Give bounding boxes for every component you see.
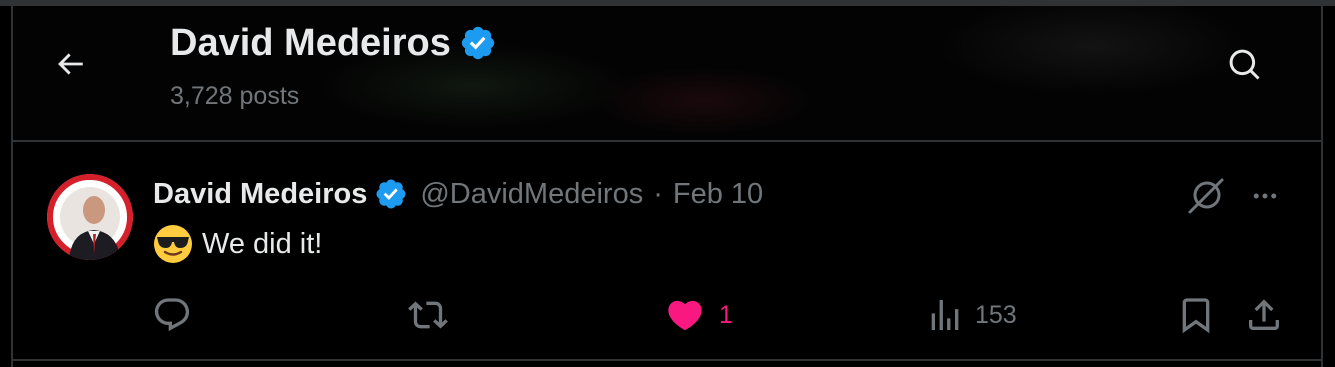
tweet-text-content: We did it! [202, 227, 323, 260]
heart-filled-icon [665, 295, 705, 335]
bookmark-button[interactable] [1176, 292, 1216, 338]
views-chart-icon [925, 295, 965, 335]
search-button[interactable] [1218, 38, 1272, 92]
post-count: 3,728 posts [170, 82, 300, 110]
back-button[interactable] [44, 38, 96, 90]
like-button[interactable]: 1 [665, 292, 733, 338]
reply-button[interactable] [152, 292, 202, 338]
views-count: 153 [975, 300, 1017, 329]
grok-button[interactable] [1182, 174, 1230, 218]
verified-badge-icon[interactable] [374, 177, 408, 211]
author-handle[interactable]: @DavidMedeiros [420, 178, 643, 211]
views-button[interactable]: 153 [925, 292, 1017, 338]
bookmark-icon [1176, 295, 1216, 335]
retweet-icon [408, 295, 448, 335]
avatar[interactable] [47, 174, 133, 260]
more-options-button[interactable] [1242, 174, 1288, 218]
verified-badge-icon[interactable] [459, 24, 497, 62]
search-icon [1227, 47, 1263, 83]
tweet-header: David Medeiros @DavidMedeiros · Feb 10 [153, 176, 763, 212]
separator-dot: · [653, 177, 663, 210]
profile-name-text: David Medeiros [170, 22, 451, 64]
tweet-text: We did it! [153, 222, 322, 266]
profile-title: David Medeiros [170, 20, 497, 66]
share-icon [1244, 295, 1284, 335]
tweet-date[interactable]: Feb 10 [673, 178, 763, 211]
retweet-button[interactable] [408, 292, 458, 338]
avatar-image [47, 174, 133, 260]
more-dots-icon [1250, 181, 1280, 211]
arrow-left-icon [53, 47, 87, 81]
tweet-divider [13, 359, 1321, 361]
app-frame: David Medeiros 3,728 posts David Medeiro… [0, 0, 1335, 367]
column-right-border [1321, 6, 1323, 367]
sunglasses-emoji-icon [153, 224, 193, 264]
reply-icon [152, 295, 192, 335]
author-name[interactable]: David Medeiros [153, 178, 367, 211]
grok-icon [1186, 176, 1226, 216]
like-count: 1 [719, 300, 733, 329]
share-button[interactable] [1244, 292, 1284, 338]
